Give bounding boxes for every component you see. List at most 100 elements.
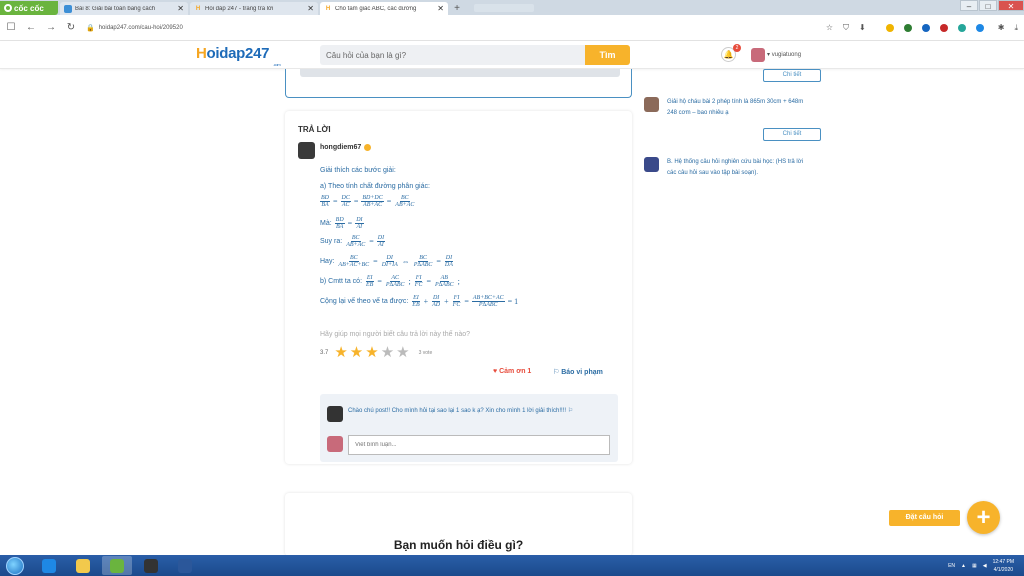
bookmark-star-icon[interactable]: ☆ [826, 23, 833, 32]
username-menu[interactable]: ▾ vugiatuong [767, 51, 801, 58]
denominator: DA [444, 262, 453, 268]
tab-title: Cho tam giác ABC, các đường [335, 5, 417, 12]
star-icon[interactable]: ★ [350, 345, 363, 360]
system-tray: EN ▲ ▦ ◀ 12:47 PM 4/1/2020 [948, 558, 1024, 574]
equation-operator: = [377, 277, 382, 286]
related-question[interactable]: Giải hộ cháu bài 2 phép tính là 865m 30c… [644, 97, 807, 119]
equation-5: b) Cmtt ta có: EI EB = AC P∆ABC; FI FC = AB P∆ABC; [320, 275, 460, 288]
fraction: BC AB+AC [394, 195, 415, 208]
extension-icon[interactable] [921, 23, 930, 32]
report-button[interactable]: ⚐ Báo vi phạm [553, 368, 603, 376]
equation-label: Suy ra: [320, 238, 343, 245]
related-question[interactable]: B. Hệ thống câu hỏi nghiên cứu bài học: … [644, 157, 807, 179]
thanks-button[interactable]: ♥ Cảm ơn 1 [493, 368, 531, 375]
puzzle-icon[interactable]: ✱ [998, 23, 1005, 32]
volume-icon[interactable]: ◀ [983, 563, 987, 569]
denominator: P∆ABC [434, 282, 454, 288]
clock-date: 4/1/2020 [993, 566, 1014, 573]
tray-arrow-icon[interactable]: ▲ [961, 563, 966, 569]
background-tab[interactable] [474, 4, 534, 12]
fraction: BD BA [334, 217, 345, 230]
close-icon[interactable]: ✕ [437, 4, 444, 13]
numerator: AB [439, 275, 449, 282]
close-icon[interactable]: ✕ [307, 4, 314, 13]
equation-operator: ; [408, 277, 411, 286]
comment-item: Chào chú post!! Cho mình hỏi tại sao lại… [348, 406, 613, 416]
browser-brand-label: cốc cốc [14, 3, 44, 13]
detail-button[interactable]: Chi tiết [763, 128, 821, 141]
username-label: vugiatuong [771, 52, 802, 58]
taskbar-app[interactable] [102, 556, 132, 575]
comment-input[interactable] [348, 435, 610, 455]
star-icon[interactable]: ★ [365, 345, 378, 360]
ask-question-label[interactable]: Đặt câu hỏi [889, 510, 960, 526]
language-indicator[interactable]: EN [948, 563, 955, 569]
network-icon[interactable]: ▦ [972, 563, 977, 569]
denominator: DI+IA [381, 262, 398, 268]
flag-icon[interactable]: ⚐ [568, 408, 573, 414]
start-button[interactable] [0, 555, 30, 576]
comment-section: Chào chú post!! Cho mình hỏi tại sao lại… [320, 394, 618, 462]
shield-icon[interactable]: ⛉ [843, 23, 849, 33]
close-icon[interactable]: ✕ [177, 4, 184, 13]
equation-3: Suy ra: BC AB+AC = DI AI [320, 235, 386, 248]
minimize-button[interactable]: – [960, 0, 978, 11]
url-field[interactable]: 🔒 hoidap247.com/cau-hoi/209520 [86, 24, 816, 32]
site-header: Hoidap247 .com Câu hỏi của bạn là gì? Tì… [0, 41, 1024, 69]
denominator: AI [378, 242, 384, 248]
equation-operator: ⇔ [401, 257, 410, 266]
close-window-button[interactable]: ✕ [998, 0, 1024, 11]
extension-icon[interactable] [939, 23, 948, 32]
hoidap247-logo[interactable]: Hoidap247 .com [196, 45, 281, 67]
numerator: DI [376, 235, 386, 242]
new-tab-button[interactable]: + [450, 3, 464, 15]
download-manager-icon[interactable]: ⬇ [859, 23, 866, 32]
folder-icon [76, 558, 90, 573]
download-icon[interactable]: ⤓ [1014, 23, 1018, 33]
reload-icon[interactable]: ↻ [66, 22, 76, 33]
numerator: BD+DC [361, 195, 384, 202]
taskbar-app[interactable] [34, 556, 64, 575]
search-input[interactable]: Câu hỏi của bạn là gì? [320, 45, 585, 65]
extension-icon[interactable] [957, 23, 966, 32]
star-rating[interactable]: 3.7 ★ ★ ★ ★ ★ 3 vote [320, 345, 432, 360]
extension-icon[interactable] [903, 23, 912, 32]
tab-title: Bài 8: Giải bài toán bằng cách [75, 5, 156, 12]
tab-hoidap[interactable]: H Hỏi đáp 247 - trang tra lời ✕ [190, 2, 318, 15]
forward-icon[interactable]: → [46, 22, 56, 33]
address-bar: ☐ ← → ↻ 🔒 hoidap247.com/cau-hoi/209520 ☆… [0, 15, 1024, 41]
avatar[interactable] [298, 142, 315, 159]
tab-bai-8[interactable]: Bài 8: Giải bài toán bằng cách ✕ [60, 2, 188, 15]
answer-intro: Giải thích các bước giải: [320, 167, 396, 174]
avatar [644, 157, 659, 172]
browser-menu-button[interactable]: cốc cốc [0, 1, 58, 15]
taskbar-app[interactable] [68, 556, 98, 575]
maximize-button[interactable]: □ [979, 0, 997, 11]
equation-operator: = [373, 257, 378, 266]
windows-orb-icon [6, 556, 24, 575]
search-button[interactable]: Tìm [585, 45, 630, 65]
rating-stars[interactable]: ★ ★ ★ ★ ★ [334, 345, 409, 360]
avatar[interactable] [751, 48, 765, 62]
extension-icon[interactable] [975, 23, 984, 32]
detail-button[interactable]: Chi tiết [763, 69, 821, 82]
answer-author[interactable]: hongdiem67 [320, 144, 372, 151]
avatar[interactable] [327, 406, 343, 422]
lock-icon: 🔒 [86, 24, 95, 32]
denominator: BA [321, 202, 329, 208]
tab-cho-tam-giac[interactable]: H Cho tam giác ABC, các đường ✕ [320, 2, 448, 15]
ask-question-button[interactable]: + [967, 501, 1000, 534]
star-icon[interactable]: ★ [396, 345, 409, 360]
numerator: FI [414, 275, 423, 282]
star-icon[interactable]: ★ [381, 345, 394, 360]
fraction: BD+DC AB+AC [361, 195, 384, 208]
sidebar-toggle-icon[interactable]: ☐ [6, 22, 16, 33]
equation-operator: = [464, 297, 469, 306]
star-icon[interactable]: ★ [334, 345, 347, 360]
back-icon[interactable]: ← [26, 22, 36, 33]
taskbar-app[interactable] [136, 556, 166, 575]
taskbar-app[interactable] [170, 556, 200, 575]
denominator: EB [366, 282, 374, 288]
clock[interactable]: 12:47 PM 4/1/2020 [993, 558, 1014, 574]
extension-icon[interactable] [885, 23, 894, 32]
